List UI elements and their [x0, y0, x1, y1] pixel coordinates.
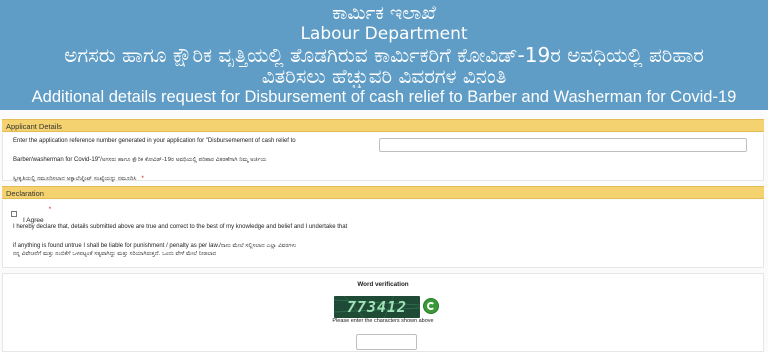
applicant-section-body: Enter the application reference number g… — [2, 133, 764, 184]
header-subtitle-kannada-line1: ಅಗಸರು ಹಾಗೂ ಕ್ಷೌರಿಕ ವೃತ್ತಿಯಲ್ಲಿ ತೊಡಗಿರುವ … — [64, 44, 704, 67]
captcha-text: 773412 — [346, 298, 408, 316]
header-subtitle-english: Additional details request for Disbursem… — [31, 88, 737, 106]
applicant-section-header: Applicant Details — [2, 119, 764, 132]
required-marker: * — [141, 175, 144, 182]
declaration-text-en-line1: I hereby declare that, details submitted… — [13, 224, 348, 230]
declaration-text-kn-line2: ನನ್ನ ವಿವೇಚನೆಗೆ ಮತ್ತು ನಂಬಿಕೆಗೆ ಒಳಪಟ್ಟಂತೆ … — [13, 250, 217, 257]
reference-label-en-line1: Enter the application reference number g… — [13, 138, 296, 144]
page-header: ಕಾರ್ಮಿಕ ಇಲಾಖೆ Labour Department ಅಗಸರು ಹಾ… — [0, 0, 768, 110]
refresh-captcha-button[interactable] — [423, 298, 439, 314]
reference-number-label: Enter the application reference number g… — [13, 138, 373, 184]
declaration-text-kn-line1: ನಾನು ಮೇಲೆ ಸಲ್ಲಿಸಲಾದ ಎಲ್ಲಾ ವಿವರಗಳು — [220, 242, 297, 249]
header-title-kannada: ಕಾರ್ಮಿಕ ಇಲಾಖೆ — [332, 2, 436, 24]
verification-title: Word verification — [357, 281, 409, 288]
declaration-section-title: Declaration — [6, 189, 44, 198]
refresh-icon — [427, 302, 435, 310]
declaration-text-en-line2: if anything is found untrue I shall be l… — [13, 242, 221, 249]
header-subtitle-kannada-line2: ವಿತರಿಸಲು ಹೆಚ್ಚುವರಿ ವಿವರಗಳ ವಿನಂತಿ — [261, 65, 507, 88]
reference-label-kn-line1: ಅಗಸರು ಹಾಗೂ ಕ್ಷೌರಿಕ ಕೋವಿಡ್-19ರ ಅವಧಿಯಲ್ಲಿ … — [101, 156, 267, 163]
agree-label: I Agree — [23, 217, 44, 224]
captcha-image: 773412 — [334, 296, 420, 318]
header-title-english: Labour Department — [300, 24, 468, 44]
i-agree-checkbox[interactable] — [11, 211, 17, 217]
captcha-instruction: Please enter the characters shown above — [332, 318, 434, 324]
reference-number-input[interactable] — [379, 138, 747, 152]
reference-label-en-line2: Barber/washerman for Covid-19"/ — [13, 156, 102, 163]
reference-label-kn-line2: ಸ್ವೀಕೃತಿಯಲ್ಲಿ ನಮೂದಿಸಲಾದ ಅಕ್ನಾಲೆಜ್ಮೆಂಟ್ ಸ… — [13, 175, 137, 182]
declaration-text: I hereby declare that, details submitted… — [13, 224, 758, 258]
captcha-input[interactable] — [356, 334, 417, 350]
applicant-section-title: Applicant Details — [6, 122, 62, 131]
agree-required-marker: * — [48, 207, 52, 213]
declaration-section-body: I Agree * I hereby declare that, details… — [2, 200, 764, 268]
declaration-section-header: Declaration — [2, 186, 764, 199]
